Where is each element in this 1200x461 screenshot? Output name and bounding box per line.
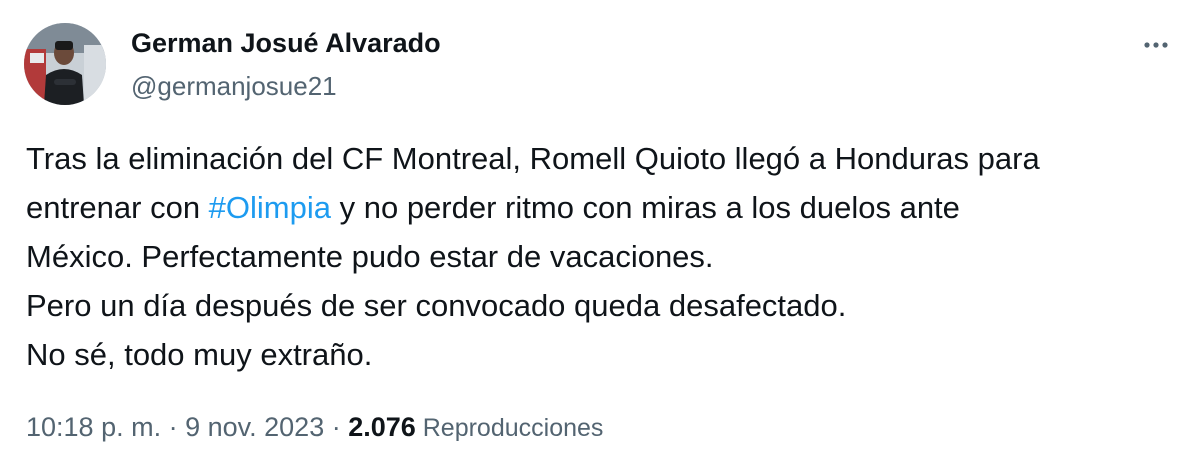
more-horizontal-icon — [1144, 42, 1168, 48]
meta-separator: · — [324, 412, 349, 442]
tweet-text-line-3: México. Perfectamente pudo estar de vaca… — [26, 239, 714, 274]
avatar[interactable] — [24, 23, 106, 105]
tweet-text-line-4: Pero un día después de ser convocado que… — [26, 288, 847, 323]
author-name[interactable]: German Josué Alvarado — [131, 26, 441, 60]
tweet-meta: 10:18 p. m. · 9 nov. 2023 · 2.076 Reprod… — [26, 407, 603, 448]
avatar-photo-icon — [24, 23, 106, 105]
tweet-card: German Josué Alvarado @germanjosue21 Tra… — [0, 0, 1200, 461]
tweet-text-segment: y no perder ritmo con miras a los duelos… — [331, 190, 960, 225]
tweet-date-link[interactable]: 9 nov. 2023 — [185, 412, 324, 442]
more-options-button[interactable] — [1136, 30, 1176, 60]
meta-separator: · — [161, 412, 186, 442]
tweet-time-link[interactable]: 10:18 p. m. — [26, 412, 161, 442]
views-label: Reproducciones — [415, 414, 604, 442]
tweet-text-line-2: entrenar con #Olimpia y no perder ritmo … — [26, 183, 1186, 232]
tweet-text: Tras la eliminación del CF Montreal, Rom… — [26, 134, 1186, 379]
views-count: 2.076 — [348, 412, 416, 442]
tweet-text-line-1: Tras la eliminación del CF Montreal, Rom… — [26, 141, 1040, 176]
author-handle[interactable]: @germanjosue21 — [131, 70, 337, 102]
tweet-text-segment: entrenar con — [26, 190, 209, 225]
hashtag-link[interactable]: #Olimpia — [209, 190, 331, 225]
tweet-text-line-5: No sé, todo muy extraño. — [26, 337, 373, 372]
